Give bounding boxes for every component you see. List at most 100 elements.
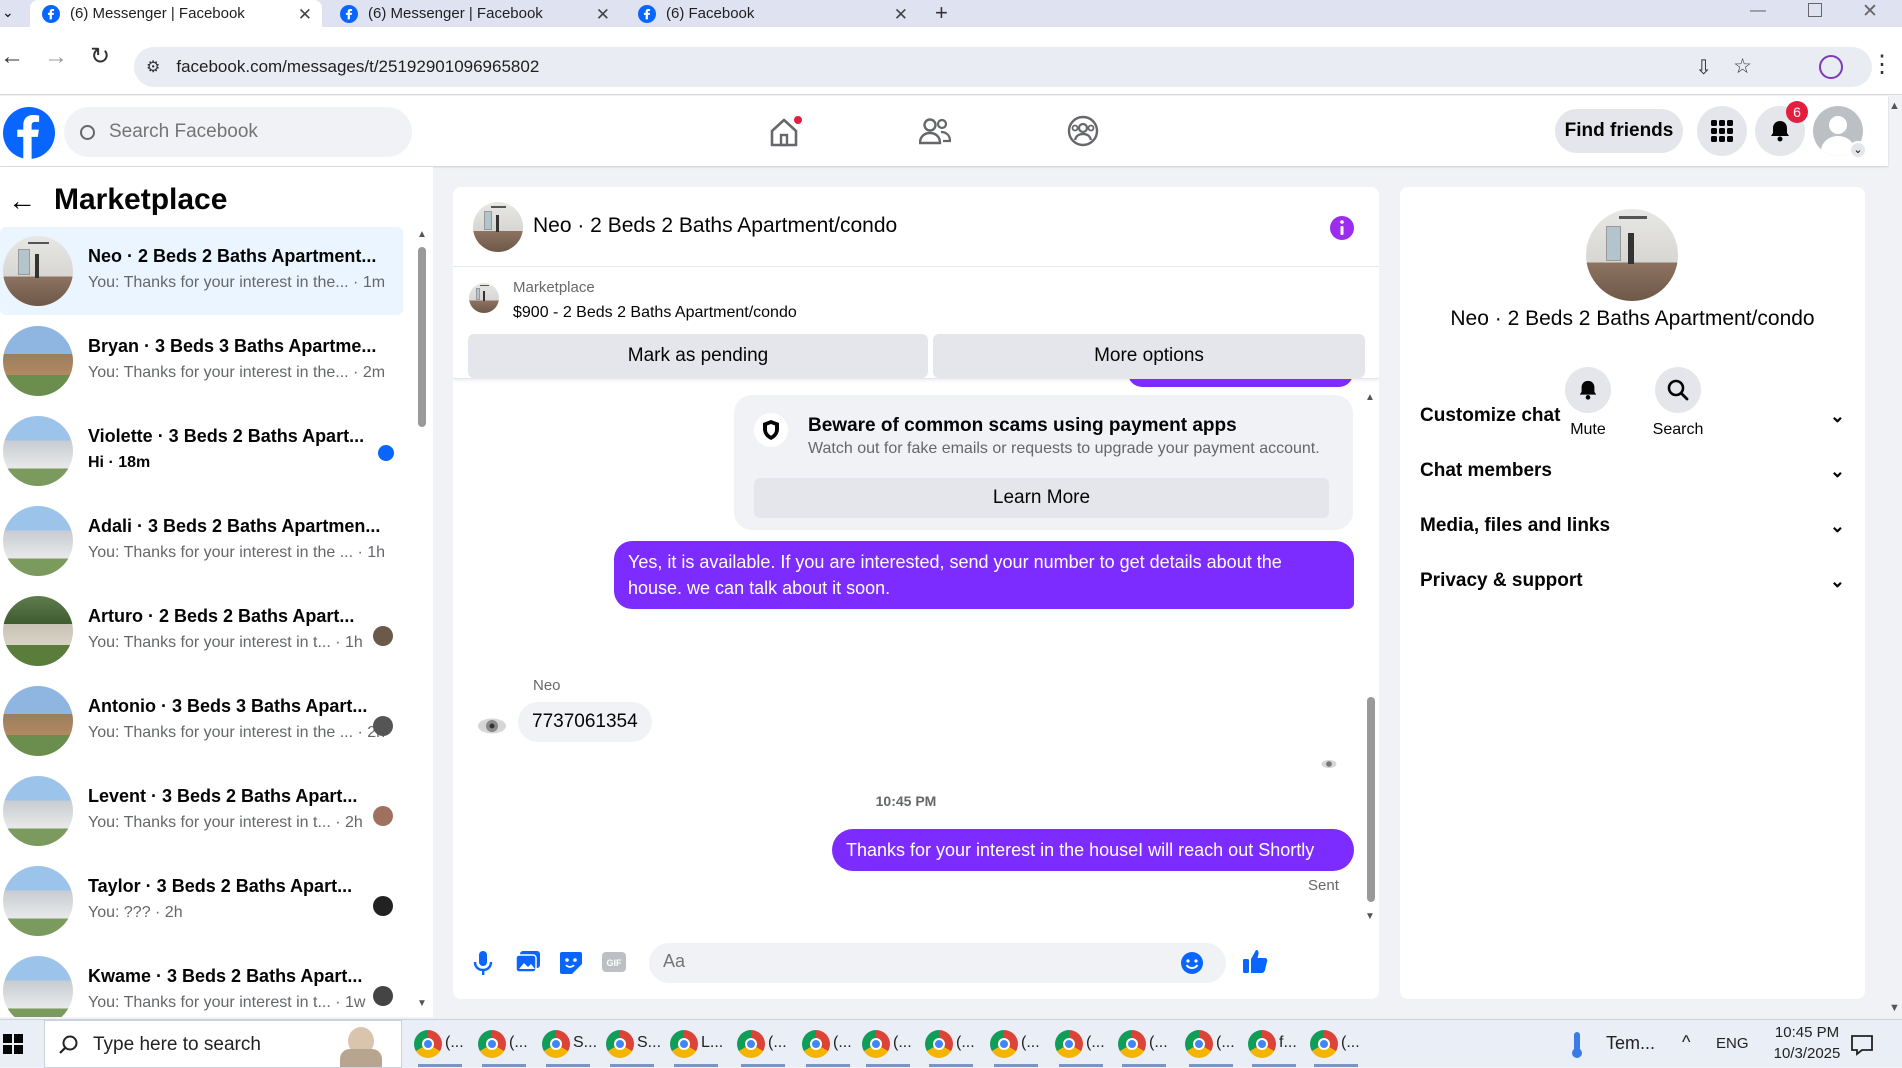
- my-message-available[interactable]: Yes, it is available. If you are interes…: [614, 541, 1354, 609]
- facebook-search-input[interactable]: [109, 121, 389, 143]
- conversation-name: Adali · 3 Beds 2 Baths Apartmen...: [88, 516, 381, 536]
- conversation-item[interactable]: Taylor · 3 Beds 2 Baths Apart... You: ???…: [0, 857, 403, 945]
- taskbar-app-button[interactable]: (...: [923, 1020, 983, 1068]
- conversation-item[interactable]: Arturo · 2 Beds 2 Baths Apart... You: Tha…: [0, 587, 403, 675]
- page-scroll-up-icon[interactable]: ▲: [1889, 100, 1900, 112]
- taskbar-search-box[interactable]: Type here to search: [44, 1020, 402, 1068]
- site-settings-icon[interactable]: ⚙: [146, 57, 160, 77]
- tab-messenger-2[interactable]: (6) Messenger | Facebook ✕: [340, 0, 610, 27]
- conversation-item[interactable]: Levent · 3 Beds 2 Baths Apart... You: Tha…: [0, 767, 403, 855]
- taskbar-app-button[interactable]: (...: [476, 1020, 536, 1068]
- menu-button[interactable]: [1697, 106, 1747, 156]
- taskbar-app-button[interactable]: (...: [1116, 1020, 1176, 1068]
- friends-icon[interactable]: [919, 116, 951, 146]
- learn-more-button[interactable]: Learn More: [754, 478, 1329, 518]
- close-tab-icon[interactable]: ✕: [596, 5, 610, 25]
- account-chevron-icon[interactable]: ⌄: [1849, 141, 1867, 159]
- close-window-icon[interactable]: ✕: [1862, 0, 1878, 23]
- restore-icon[interactable]: [1808, 3, 1822, 17]
- taskbar-app-button[interactable]: (...: [800, 1020, 860, 1068]
- tray-chevron-icon[interactable]: ^: [1682, 1032, 1690, 1053]
- microphone-icon[interactable]: [473, 949, 493, 977]
- message-input[interactable]: [663, 951, 1163, 972]
- thumbs-up-icon[interactable]: [1241, 947, 1269, 975]
- chat-scrollbar-thumb[interactable]: [1367, 697, 1375, 902]
- chat-scrollbar[interactable]: ▲ ▼: [1365, 392, 1377, 922]
- sticker-icon[interactable]: [558, 950, 584, 976]
- taskbar-app-button[interactable]: f...: [1246, 1020, 1306, 1068]
- clock-time[interactable]: 10:45 PM: [1762, 1024, 1852, 1041]
- profile-icon[interactable]: [1819, 55, 1843, 79]
- taskbar-app-button[interactable]: (...: [1308, 1020, 1368, 1068]
- sidebar-title: Marketplace: [54, 183, 228, 216]
- message-input-box[interactable]: [649, 943, 1226, 983]
- info-icon[interactable]: [1329, 215, 1355, 241]
- forward-icon[interactable]: →: [44, 43, 68, 71]
- tab-messenger-active[interactable]: (6) Messenger | Facebook ✕: [30, 0, 322, 27]
- taskbar-app-button[interactable]: (...: [1053, 1020, 1113, 1068]
- scrollbar-thumb[interactable]: [418, 247, 426, 427]
- taskbar-app-button[interactable]: (...: [860, 1020, 920, 1068]
- url-text[interactable]: facebook.com/messages/t/2519290109696580…: [176, 57, 539, 77]
- tab-facebook[interactable]: (6) Facebook ✕: [638, 0, 908, 27]
- taskbar-app-button[interactable]: L...: [668, 1020, 728, 1068]
- reload-icon[interactable]: ↻: [90, 42, 110, 71]
- conversation-item[interactable]: Neo · 2 Beds 2 Baths Apartment... You: Th…: [0, 227, 403, 315]
- taskbar-app-button[interactable]: (...: [412, 1020, 472, 1068]
- photo-icon[interactable]: [515, 950, 541, 974]
- gif-icon[interactable]: GIF: [601, 950, 627, 974]
- close-tab-icon[interactable]: ✕: [298, 5, 312, 25]
- clock-date[interactable]: 10/3/2025: [1762, 1045, 1852, 1062]
- taskbar-app-button[interactable]: (...: [1183, 1020, 1243, 1068]
- minimize-icon[interactable]: —: [1750, 2, 1766, 20]
- seen-by-avatar: [373, 716, 393, 736]
- install-app-icon[interactable]: ⇩: [1695, 55, 1712, 80]
- customize-chat-section[interactable]: Customize chat ⌄: [1420, 396, 1845, 436]
- groups-icon[interactable]: [1067, 115, 1099, 147]
- conversation-item[interactable]: Kwame · 3 Beds 2 Baths Apart... You: Than…: [0, 947, 403, 1017]
- back-arrow-icon[interactable]: ←: [8, 185, 36, 217]
- taskbar-app-label: (...: [768, 1034, 787, 1051]
- listing-title[interactable]: $900 - 2 Beds 2 Baths Apartment/condo: [513, 304, 797, 322]
- bookmark-star-icon[interactable]: ☆: [1733, 54, 1752, 79]
- facebook-favicon-icon: [638, 4, 656, 23]
- back-icon[interactable]: ←: [0, 43, 24, 71]
- sidebar-scrollbar[interactable]: ▲ ▼: [417, 229, 427, 1009]
- more-options-button[interactable]: More options: [933, 334, 1365, 378]
- chat-title[interactable]: Neo · 2 Beds 2 Baths Apartment/condo: [533, 214, 897, 238]
- close-tab-icon[interactable]: ✕: [894, 5, 908, 25]
- tab-search-icon[interactable]: ⌄: [2, 4, 14, 21]
- my-message-thanks[interactable]: Thanks for your interest in the houseI w…: [832, 829, 1354, 871]
- language-indicator[interactable]: ENG: [1716, 1035, 1749, 1052]
- find-friends-button[interactable]: Find friends: [1555, 109, 1683, 153]
- page-scroll-down-icon[interactable]: ▼: [1889, 1002, 1900, 1014]
- scam-warning-card: Beware of common scams using payment app…: [734, 395, 1353, 530]
- weather-label[interactable]: Tem...: [1606, 1033, 1655, 1054]
- home-icon[interactable]: [768, 116, 802, 148]
- info-avatar[interactable]: [1586, 209, 1678, 301]
- facebook-search-box[interactable]: [64, 107, 412, 157]
- taskbar-app-button[interactable]: S...: [540, 1020, 600, 1068]
- conversation-item[interactable]: Adali · 3 Beds 2 Baths Apartmen... You: T…: [0, 497, 403, 585]
- emoji-icon[interactable]: [1180, 951, 1204, 975]
- new-tab-icon[interactable]: +: [935, 0, 948, 26]
- chat-members-section[interactable]: Chat members ⌄: [1420, 451, 1845, 491]
- conversation-item[interactable]: Bryan · 3 Beds 3 Baths Apartme... You: Th…: [0, 317, 403, 405]
- address-bar[interactable]: ⚙ facebook.com/messages/t/25192901096965…: [134, 47, 1872, 87]
- facebook-logo-icon[interactable]: [3, 107, 55, 159]
- mark-as-pending-button[interactable]: Mark as pending: [468, 334, 928, 378]
- their-message-phone[interactable]: 7737061354: [518, 702, 652, 742]
- taskbar-app-button[interactable]: (...: [988, 1020, 1048, 1068]
- conversation-item[interactable]: Violette · 3 Beds 2 Baths Apart... Hi · 1…: [0, 407, 403, 495]
- conversation-name: Violette · 3 Beds 2 Baths Apart...: [88, 426, 365, 446]
- weather-thermometer-icon[interactable]: [1570, 1031, 1584, 1059]
- media-files-links-section[interactable]: Media, files and links ⌄: [1420, 506, 1845, 546]
- taskbar-app-button[interactable]: (...: [735, 1020, 795, 1068]
- notification-center-icon[interactable]: [1850, 1034, 1874, 1056]
- browser-menu-icon[interactable]: ⋮: [1870, 50, 1894, 79]
- conversation-item[interactable]: Antonio · 3 Beds 3 Baths Apart... You: Th…: [0, 677, 403, 765]
- taskbar-app-button[interactable]: S...: [604, 1020, 664, 1068]
- privacy-support-section[interactable]: Privacy & support ⌄: [1420, 561, 1845, 601]
- chat-avatar[interactable]: [473, 202, 523, 252]
- windows-start-icon[interactable]: [3, 1034, 23, 1054]
